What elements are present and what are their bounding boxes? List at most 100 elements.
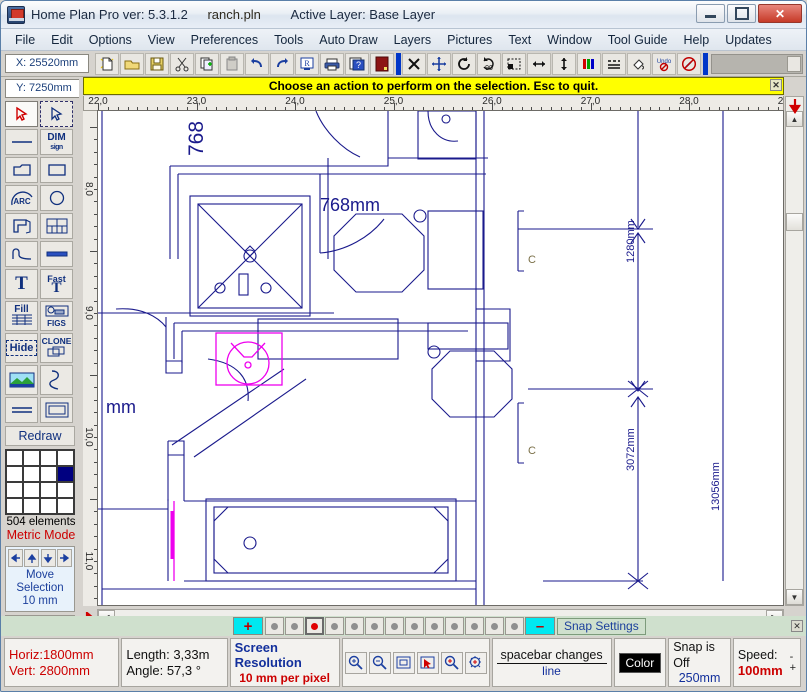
no-snap-button[interactable] [677,52,701,75]
layer-dot-13[interactable] [505,617,524,635]
delete-x-button[interactable] [402,52,426,75]
zoom-in-button[interactable] [344,651,367,674]
layer-dot-5[interactable] [345,617,364,635]
layer-row-close-icon[interactable]: ✕ [791,620,803,632]
menu-preferences[interactable]: Preferences [183,31,266,49]
menu-edit[interactable]: Edit [43,31,81,49]
fast-text-tool[interactable]: Fast T [40,269,73,299]
scroll-top-marker-icon[interactable] [787,98,803,114]
figures-tool[interactable]: FIGS [40,301,73,331]
flip-horizontal-button[interactable] [527,52,551,75]
zoom-selection-button[interactable] [440,651,463,674]
menu-text[interactable]: Text [500,31,539,49]
layer-dot-10[interactable] [445,617,464,635]
layer-dot-1[interactable] [265,617,284,635]
banner-close-icon[interactable]: ✕ [770,79,782,91]
pointer-select-tool[interactable] [5,101,38,127]
color-swatch[interactable] [6,498,23,514]
menu-window[interactable]: Window [539,31,599,49]
move-right-button[interactable] [56,549,72,567]
menu-tool-guide[interactable]: Tool Guide [600,31,676,49]
scroll-down-button[interactable]: ▼ [786,589,803,605]
print-preview-button[interactable]: R [295,52,319,75]
arc-tool[interactable]: ARC [5,185,38,211]
copy-button[interactable] [195,52,219,75]
color-bars-button[interactable] [577,52,601,75]
move-up-button[interactable] [24,549,40,567]
minimize-button[interactable] [696,4,725,23]
color-swatch[interactable] [23,450,40,466]
wall-tool[interactable] [5,213,38,239]
layer-dot-4[interactable] [325,617,344,635]
zoom-fit-button[interactable] [392,651,415,674]
menu-layers[interactable]: Layers [386,31,440,49]
layer-dot-11[interactable] [465,617,484,635]
color-swatch[interactable] [23,482,40,498]
close-button[interactable]: ✕ [758,4,802,23]
color-swatch-grid[interactable] [5,449,75,515]
menu-options[interactable]: Options [81,31,140,49]
open-folder-button[interactable] [120,52,144,75]
color-swatch[interactable] [40,466,57,482]
zoom-settings-button[interactable] [464,651,487,674]
beam-tool[interactable] [40,241,73,267]
stairs-tool[interactable] [5,241,38,267]
flip-vertical-button[interactable] [552,52,576,75]
text-tool[interactable]: T [5,269,38,299]
color-swatch[interactable] [6,466,23,482]
vertical-scroll-thumb[interactable] [786,213,803,231]
color-swatch[interactable] [23,466,40,482]
paste-button[interactable] [220,52,244,75]
redraw-button[interactable]: Redraw [5,426,75,446]
select-marquee-button[interactable] [502,52,526,75]
exit-door-button[interactable] [370,52,394,75]
save-disk-button[interactable] [145,52,169,75]
menu-auto-draw[interactable]: Auto Draw [311,31,385,49]
maximize-button[interactable] [727,4,756,23]
layer-dot-12[interactable] [485,617,504,635]
snap-settings-button[interactable]: Snap Settings [557,617,646,635]
rotate-button[interactable] [452,52,476,75]
fill-tool[interactable]: Fill [5,301,38,331]
cut-scissors-button[interactable] [170,52,194,75]
speed-increase-button[interactable]: + [790,662,796,674]
dimension-tool[interactable]: DIM sign [40,129,73,155]
layer-dot-2[interactable] [285,617,304,635]
menu-file[interactable]: File [7,31,43,49]
circle-tool[interactable] [40,185,73,211]
color-button[interactable]: Color [618,652,662,673]
vertical-scrollbar[interactable]: ▲ ▼ [785,96,804,606]
color-swatch[interactable] [6,450,23,466]
layer-dot-7[interactable] [385,617,404,635]
help-question-button[interactable]: ? [345,52,369,75]
menu-pictures[interactable]: Pictures [439,31,500,49]
color-swatch[interactable] [57,498,74,514]
speed-decrease-button[interactable]: - [790,651,796,663]
marquee-select-tool[interactable] [40,101,73,127]
color-swatch[interactable] [40,482,57,498]
rectangle-tool[interactable] [40,157,73,183]
frame-tool[interactable] [40,397,73,423]
double-line-tool[interactable] [5,397,38,423]
rotate-90-button[interactable]: 90 [477,52,501,75]
picture-tool[interactable] [5,365,38,395]
layer-dot-6[interactable] [365,617,384,635]
undo-off-button[interactable]: Undo [652,52,676,75]
menu-tools[interactable]: Tools [266,31,311,49]
color-swatch[interactable] [40,498,57,514]
color-swatch[interactable] [40,450,57,466]
menu-help[interactable]: Help [675,31,717,49]
menu-updates[interactable]: Updates [717,31,780,49]
new-file-button[interactable] [95,52,119,75]
move-left-button[interactable] [8,549,23,567]
color-swatch[interactable] [57,450,74,466]
redo-button[interactable] [270,52,294,75]
layer-dot-3-active[interactable] [305,617,324,635]
layer-dot-8[interactable] [405,617,424,635]
color-swatch[interactable] [6,482,23,498]
undo-button[interactable] [245,52,269,75]
curve-tool[interactable] [40,365,73,395]
clone-tool[interactable]: CLONE [40,333,73,363]
menu-view[interactable]: View [140,31,183,49]
zoom-window-button[interactable] [416,651,439,674]
